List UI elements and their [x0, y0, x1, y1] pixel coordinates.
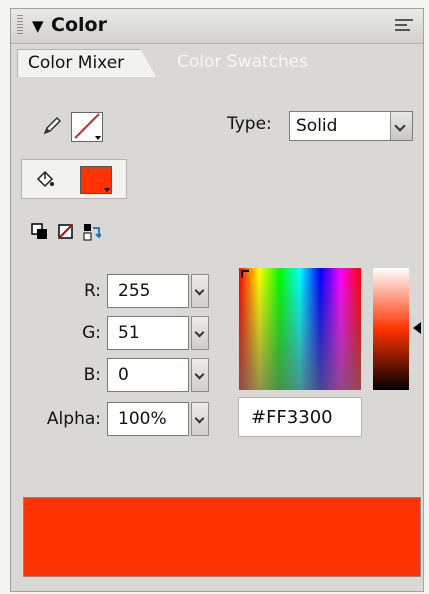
type-select[interactable]: Solid	[289, 111, 413, 141]
brightness-slider-handle[interactable]	[413, 322, 421, 334]
green-dropdown-button[interactable]	[191, 316, 209, 350]
color-panel: ▼ Color Color Mixer Color Swatches Type:…	[10, 8, 424, 592]
blue-label: B:	[83, 365, 101, 385]
mixer-content: Type: Solid R: 255 G: 51 B: 0 Alpha: 100…	[11, 77, 423, 591]
tab-color-mixer[interactable]: Color Mixer	[17, 49, 157, 78]
type-label: Type:	[227, 114, 272, 134]
pencil-icon[interactable]	[41, 115, 63, 137]
gripper-icon[interactable]	[17, 15, 23, 35]
red-label: R:	[83, 281, 101, 301]
chevron-down-icon	[104, 188, 110, 192]
chevron-down-icon[interactable]	[390, 112, 412, 140]
red-input[interactable]: 255	[107, 274, 189, 308]
alpha-value: 100%	[118, 409, 167, 429]
collapse-arrow-icon[interactable]: ▼	[32, 17, 44, 35]
panel-title: Color	[51, 14, 107, 36]
color-preview	[23, 497, 421, 577]
green-label: G:	[82, 323, 101, 343]
red-dropdown-button[interactable]	[191, 274, 209, 308]
spectrum-cursor[interactable]	[241, 270, 249, 278]
tab-color-swatches[interactable]: Color Swatches	[177, 52, 308, 72]
panel-options-icon[interactable]	[395, 19, 413, 35]
panel-titlebar[interactable]: ▼ Color	[11, 9, 423, 44]
green-value: 51	[118, 323, 140, 343]
type-select-value: Solid	[296, 116, 338, 136]
color-spectrum[interactable]	[239, 268, 361, 390]
red-value: 255	[118, 281, 151, 301]
tab-color-mixer-label: Color Mixer	[28, 53, 125, 73]
hex-value: #FF3300	[251, 407, 333, 428]
swap-colors-icon[interactable]	[83, 223, 101, 241]
blue-value: 0	[118, 365, 129, 385]
brightness-slider[interactable]	[373, 268, 409, 390]
fill-color-swatch[interactable]	[80, 166, 112, 194]
stroke-color-swatch[interactable]	[71, 112, 103, 142]
alpha-label: Alpha:	[46, 409, 101, 429]
green-input[interactable]: 51	[107, 316, 189, 350]
blue-dropdown-button[interactable]	[191, 358, 209, 392]
fill-color-box	[21, 159, 127, 199]
blue-input[interactable]: 0	[107, 358, 189, 392]
panel-tabs: Color Mixer Color Swatches	[11, 43, 423, 78]
alpha-input[interactable]: 100%	[107, 402, 189, 436]
black-white-icon[interactable]	[31, 223, 49, 241]
no-color-icon[interactable]	[57, 223, 75, 241]
hex-input[interactable]: #FF3300	[238, 397, 362, 437]
chevron-down-icon	[95, 136, 101, 140]
paint-bucket-icon[interactable]	[34, 169, 56, 191]
alpha-dropdown-button[interactable]	[191, 402, 209, 436]
